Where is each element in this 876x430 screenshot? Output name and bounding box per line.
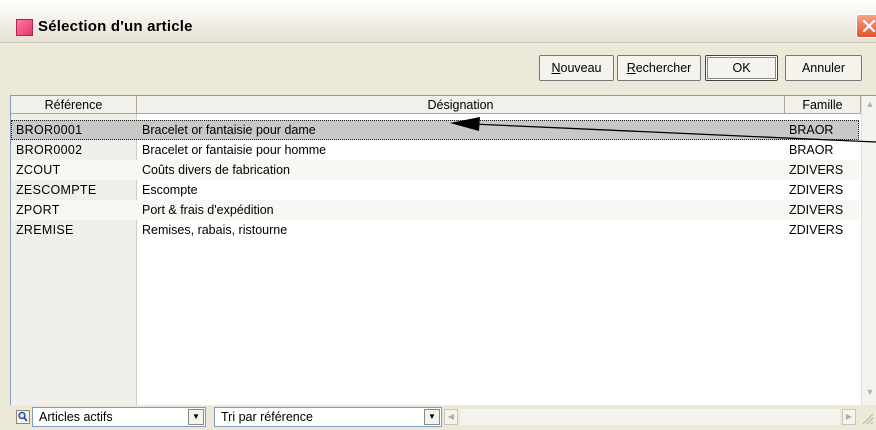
table-row[interactable]: ZREMISE Remises, rabais, ristourne ZDIVE… xyxy=(11,220,859,240)
title-bar[interactable]: Sélection d'un article xyxy=(0,0,876,43)
scroll-left-icon[interactable]: ◀ xyxy=(444,409,458,425)
cell-designation: Bracelet or fantaisie pour homme xyxy=(142,143,327,157)
new-button-label: ouveau xyxy=(560,61,602,75)
cell-reference: BROR0001 xyxy=(16,123,83,137)
sort-order-value: Tri par référence xyxy=(221,410,313,424)
new-button[interactable]: Nouveau xyxy=(539,55,614,81)
sort-order-select[interactable]: Tri par référence ▼ xyxy=(214,407,442,427)
column-header-famille[interactable]: Famille xyxy=(785,96,861,114)
table-row[interactable]: ZESCOMPTE Escompte ZDIVERS xyxy=(11,180,859,200)
cell-designation: Port & frais d'expédition xyxy=(142,203,274,217)
cell-famille: ZDIVERS xyxy=(789,203,844,217)
chevron-down-icon[interactable]: ▼ xyxy=(188,409,204,425)
table-row[interactable]: BROR0002 Bracelet or fantaisie pour homm… xyxy=(11,140,859,160)
toolbar: Nouveau Rechercher OK Annuler xyxy=(0,43,876,87)
cancel-button[interactable]: Annuler xyxy=(785,55,862,81)
cell-designation: Coûts divers de fabrication xyxy=(142,163,290,177)
magnifier-icon xyxy=(16,410,30,424)
table-row[interactable]: BROR0001 Bracelet or fantaisie pour dame… xyxy=(11,120,859,140)
column-header-designation[interactable]: Désignation xyxy=(137,96,785,114)
vertical-scrollbar[interactable]: ▲ ▼ xyxy=(861,96,876,405)
horizontal-scrollbar[interactable] xyxy=(460,409,840,425)
window-title: Sélection d'un article xyxy=(38,18,193,35)
scroll-up-icon[interactable]: ▲ xyxy=(864,98,876,110)
close-button[interactable] xyxy=(856,14,876,38)
cell-reference: ZESCOMPTE xyxy=(16,183,97,197)
article-selection-dialog: Sélection d'un article Nouveau Recherche… xyxy=(0,0,876,430)
cell-reference: BROR0002 xyxy=(16,143,83,157)
cell-designation: Remises, rabais, ristourne xyxy=(142,223,288,237)
table-row[interactable]: ZPORT Port & frais d'expédition ZDIVERS xyxy=(11,200,859,220)
scroll-right-icon[interactable]: ▶ xyxy=(842,409,856,425)
articles-table[interactable]: Référence Désignation Famille BROR0001 B… xyxy=(10,95,876,405)
cell-designation: Bracelet or fantaisie pour dame xyxy=(142,123,316,137)
status-filter-select[interactable]: Articles actifs ▼ xyxy=(32,407,206,427)
ok-button[interactable]: OK xyxy=(705,55,778,81)
cell-reference: ZCOUT xyxy=(16,163,61,177)
cell-reference: ZREMISE xyxy=(16,223,74,237)
close-icon xyxy=(862,19,876,33)
status-filter-value: Articles actifs xyxy=(39,410,113,424)
search-button-mnemonic: R xyxy=(626,61,636,75)
filter-bar: Articles actifs ▼ Tri par référence ▼ ◀ … xyxy=(0,405,876,430)
resize-grip-icon[interactable] xyxy=(860,411,874,425)
search-button[interactable]: Rechercher xyxy=(617,55,701,81)
cell-famille: ZDIVERS xyxy=(789,183,844,197)
new-button-mnemonic: N xyxy=(551,61,561,75)
scroll-down-icon[interactable]: ▼ xyxy=(864,386,876,398)
cell-famille: BRAOR xyxy=(789,143,834,157)
cell-famille: ZDIVERS xyxy=(789,163,844,177)
app-icon xyxy=(16,19,33,36)
cell-reference: ZPORT xyxy=(16,203,60,217)
table-row[interactable]: ZCOUT Coûts divers de fabrication ZDIVER… xyxy=(11,160,859,180)
column-header-reference[interactable]: Référence xyxy=(11,96,137,114)
cell-famille: ZDIVERS xyxy=(789,223,844,237)
cell-designation: Escompte xyxy=(142,183,198,197)
cell-famille: BRAOR xyxy=(789,123,834,137)
search-button-label: echercher xyxy=(635,61,692,75)
chevron-down-icon[interactable]: ▼ xyxy=(424,409,440,425)
